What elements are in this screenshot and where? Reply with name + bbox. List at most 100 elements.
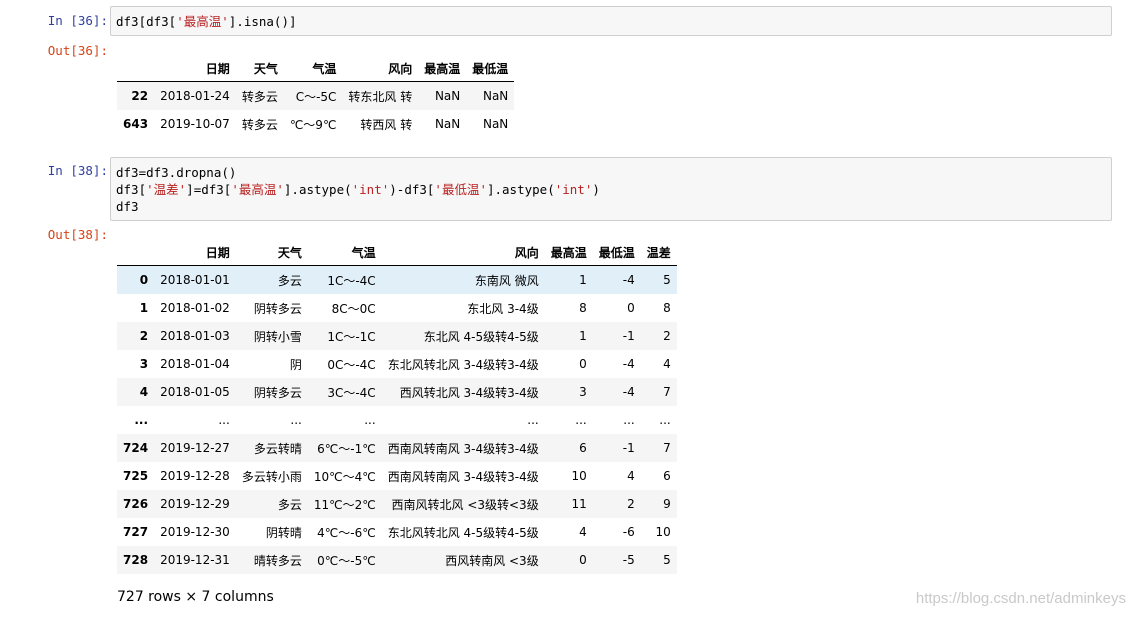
table-cell: 2019-12-31 bbox=[160, 553, 230, 567]
table-cell: 阴 bbox=[289, 357, 302, 372]
table-cell: 11 bbox=[571, 497, 587, 511]
table-cell: -1 bbox=[622, 329, 635, 343]
table-cell: ... bbox=[575, 413, 587, 427]
code-text: df3[ bbox=[116, 182, 147, 197]
table-cell: 0 bbox=[579, 357, 587, 371]
column-header: 日期 bbox=[154, 55, 236, 82]
table-cell: 西风转南风 <3级 bbox=[445, 553, 539, 568]
table-cell: 8 bbox=[663, 301, 671, 315]
table-row: 1 2018-01-02 阴转多云 8C～0C 东北风 3-4级 8 0 8 bbox=[117, 294, 677, 322]
table-cell: -6 bbox=[622, 525, 635, 539]
column-header: 气温 bbox=[283, 55, 343, 82]
cell-36-code-input[interactable]: df3[df3['最高温'].isna()] bbox=[110, 6, 1112, 36]
table-cell: 0C～-4C bbox=[327, 357, 376, 372]
isna-result-table: 日期 天气 气温 风向 最高温 最低温 22 2018-01-24 转多云 C～-5C 转东北风 转… bbox=[117, 55, 515, 138]
table-cell: 多云 bbox=[277, 273, 302, 288]
table-cell: ... bbox=[290, 413, 302, 427]
table-cell: 5 bbox=[663, 553, 671, 567]
table-row: 724 2019-12-27 多云转晴 6℃～-1℃ 西南风转南风 3-4级转3-4级 6… bbox=[117, 434, 677, 462]
table-header-row: 日期 天气 气温 风向 最高温 最低温 bbox=[117, 55, 515, 82]
column-header: 最高温 bbox=[418, 55, 467, 82]
table-cell: 2018-01-01 bbox=[160, 273, 230, 287]
table-row: 728 2019-12-31 晴转多云 0℃～-5℃ 西风转南风 <3级 0 -5 5 bbox=[117, 546, 677, 574]
table-cell: 多云 bbox=[277, 497, 302, 512]
table-cell: 晴转多云 bbox=[253, 553, 302, 568]
table-cell: ... bbox=[527, 413, 539, 427]
table-cell: 2018-01-05 bbox=[160, 385, 230, 399]
code-text: ) bbox=[592, 182, 600, 197]
table-cell: 转东北风 转 bbox=[348, 89, 413, 104]
table-cell: NaN bbox=[482, 117, 509, 131]
column-header: 最低温 bbox=[466, 55, 515, 82]
table-cell: 3C～-4C bbox=[327, 385, 376, 400]
table-cell: -4 bbox=[622, 385, 635, 399]
table-cell: 阴转多云 bbox=[253, 301, 302, 316]
cell-36-input-prompt: In [36]: bbox=[47, 13, 108, 28]
dropna-result-table: 日期 天气 气温 风向 最高温 最低温 温差 0 2018-01-01 多云 1C～-4C 东南风 微… bbox=[117, 239, 677, 574]
index-header bbox=[117, 55, 155, 82]
index-header bbox=[117, 239, 155, 266]
row-index: 0 bbox=[139, 273, 149, 287]
table-cell: 西风转北风 3-4级转3-4级 bbox=[399, 385, 539, 400]
table-cell: ... bbox=[623, 413, 635, 427]
table-cell: 6 bbox=[579, 441, 587, 455]
table-cell: 西南风转南风 3-4级转3-4级 bbox=[387, 469, 539, 484]
code-string: 'int' bbox=[554, 182, 593, 197]
table-cell: 0 bbox=[627, 301, 635, 315]
row-index: 1 bbox=[139, 301, 149, 315]
table-cell: 8C～0C bbox=[331, 301, 376, 316]
watermark: https://blog.csdn.net/adminkeys bbox=[915, 590, 1126, 607]
table-row: 2 2018-01-03 阴转小雪 1C～-1C 东北风 4-5级转4-5级 1 -1 2 bbox=[117, 322, 677, 350]
table-cell: 东北风 4-5级转4-5级 bbox=[423, 329, 539, 344]
table-row: 725 2019-12-28 多云转小雨 10℃～4℃ 西南风转南风 3-4级转3-4级… bbox=[117, 462, 677, 490]
table-cell: 6℃～-1℃ bbox=[317, 441, 376, 456]
table-cell: 10℃～4℃ bbox=[313, 469, 376, 484]
table-cell: 东北风转北风 3-4级转3-4级 bbox=[387, 357, 539, 372]
column-header: 最高温 bbox=[544, 239, 593, 266]
table-cell: 1 bbox=[579, 273, 587, 287]
table-cell: 多云转晴 bbox=[253, 441, 302, 456]
column-header: 日期 bbox=[154, 239, 236, 266]
table-row: 3 2018-01-04 阴 0C～-4C 东北风转北风 3-4级转3-4级 0 -4 4 bbox=[117, 350, 677, 378]
row-index: 643 bbox=[123, 117, 149, 131]
row-index: 724 bbox=[123, 441, 149, 455]
table-cell: C～-5C bbox=[295, 89, 337, 104]
table-cell: 2018-01-24 bbox=[160, 89, 230, 103]
table-cell: ... bbox=[218, 413, 230, 427]
table-row: 4 2018-01-05 阴转多云 3C～-4C 西风转北风 3-4级转3-4级 3 -4 7 bbox=[117, 378, 677, 406]
cell-38-input-prompt: In [38]: bbox=[47, 163, 108, 178]
table-cell: 阴转多云 bbox=[253, 385, 302, 400]
code-text: ].isna()] bbox=[228, 14, 297, 29]
column-header: 最低温 bbox=[592, 239, 641, 266]
table-cell: 2 bbox=[663, 329, 671, 343]
table-cell: 2018-01-02 bbox=[160, 301, 230, 315]
code-string: '最高温' bbox=[176, 14, 229, 29]
cell-38-code-input[interactable]: df3=df3.dropna() df3['温差']=df3['最高温'].as… bbox=[110, 157, 1112, 221]
table-cell: 7 bbox=[663, 385, 671, 399]
table-cell: 1C～-1C bbox=[327, 329, 376, 344]
table-cell: 10 bbox=[655, 525, 671, 539]
table-cell: -1 bbox=[622, 441, 635, 455]
table-cell: 东北风转北风 4-5级转4-5级 bbox=[387, 525, 539, 540]
table-cell: 2019-12-27 bbox=[160, 441, 230, 455]
table-row: ........................ bbox=[117, 406, 677, 434]
table-cell: 转西风 转 bbox=[360, 117, 413, 132]
row-index: 22 bbox=[131, 89, 149, 103]
table-cell: NaN bbox=[482, 89, 509, 103]
table-cell: 东北风 3-4级 bbox=[467, 301, 539, 316]
table-cell: 阴转晴 bbox=[265, 525, 302, 540]
table-cell: 4℃～-6℃ bbox=[317, 525, 376, 540]
cell-36-output-prompt: Out[36]: bbox=[47, 43, 108, 58]
table-cell: 9 bbox=[663, 497, 671, 511]
table-row: 726 2019-12-29 多云 11℃～2℃ 西南风转北风 <3级转<3级 11 2 9 bbox=[117, 490, 677, 518]
code-string: '温差' bbox=[146, 182, 187, 197]
row-index: 727 bbox=[123, 525, 149, 539]
code-line-3: df3 bbox=[116, 199, 139, 214]
table-cell: 转多云 bbox=[241, 89, 278, 104]
table-cell: -4 bbox=[622, 273, 635, 287]
row-index: 726 bbox=[123, 497, 149, 511]
table-cell: 2019-12-29 bbox=[160, 497, 230, 511]
table-cell: 多云转小雨 bbox=[241, 469, 302, 484]
column-header: 风向 bbox=[381, 239, 545, 266]
table-cell: 11℃～2℃ bbox=[313, 497, 376, 512]
